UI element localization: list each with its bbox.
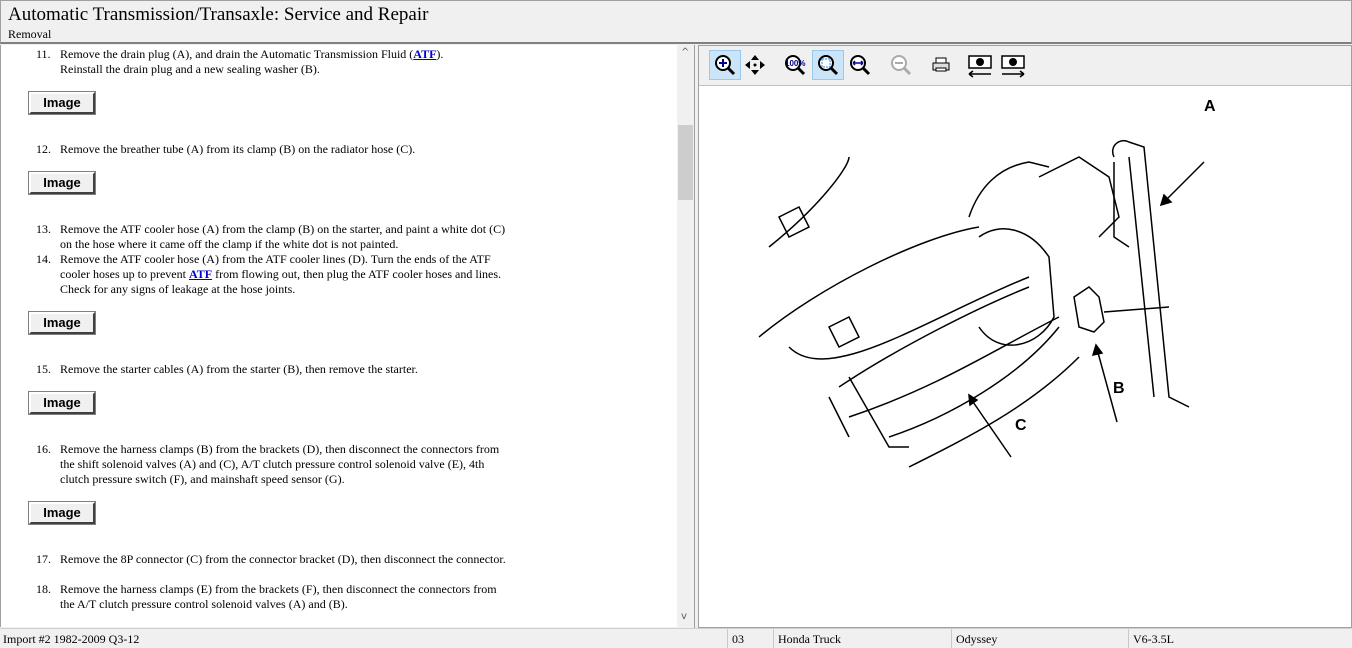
pan-button[interactable] (739, 50, 771, 80)
step-text: Remove the breather tube (A) from its cl… (60, 142, 416, 156)
vertical-scrollbar[interactable]: ^ v (677, 45, 694, 627)
step-text: Remove the harness clamps (E) from the b… (60, 582, 497, 611)
step-text: Reinstall the drain plug and a new seali… (60, 62, 320, 76)
image-button[interactable]: Image (28, 501, 96, 525)
image-button[interactable]: Image (28, 391, 96, 415)
step-text: ). (436, 47, 444, 61)
callout-c: C (1015, 417, 1027, 434)
status-bar: Import #2 1982-2009 Q3-12 03 Honda Truck… (0, 628, 1352, 648)
printer-icon (932, 57, 950, 72)
previous-image-button[interactable] (964, 50, 996, 80)
svg-text:100%: 100% (785, 59, 805, 68)
zoom-fit-icon (818, 55, 839, 76)
step-text: Remove the starter cables (A) from the s… (60, 362, 418, 376)
step-15: 15. Remove the starter cables (A) from th… (36, 362, 526, 377)
step-14: 14. Remove the ATF cooler hose (A) from t… (36, 252, 516, 297)
step-18: 18. Remove the harness clamps (E) from th… (36, 582, 506, 612)
step-text: Remove the harness clamps (B) from the b… (60, 442, 500, 486)
zoom-out-button[interactable] (885, 50, 917, 80)
fit-page-button[interactable] (812, 50, 844, 80)
viewer-toolbar: 100% (699, 46, 1351, 86)
image-button[interactable]: Image (28, 171, 96, 195)
image-button[interactable]: Image (28, 311, 96, 335)
status-engine: V6-3.5L (1133, 632, 1174, 646)
step-number: 11. (36, 47, 51, 61)
image-viewer-pane: 100% A B C (698, 45, 1352, 628)
camera-back-icon (968, 55, 992, 78)
zoom-out-icon (891, 55, 912, 76)
step-number: 13. (36, 222, 51, 236)
atf-link[interactable]: ATF (413, 47, 436, 61)
step-17: 17. Remove the 8P connector (C) from the … (36, 552, 506, 567)
status-model: Odyssey (956, 632, 998, 646)
step-number: 15. (36, 362, 51, 376)
step-text: Remove the ATF cooler hose (A) from the … (60, 222, 506, 251)
print-button[interactable] (925, 50, 957, 80)
pan-icon (745, 55, 765, 75)
next-image-button[interactable] (997, 50, 1029, 80)
step-12: 12. Remove the breather tube (A) from its… (36, 142, 526, 157)
step-text: Remove the 8P connector (C) from the con… (60, 552, 506, 566)
atf-link[interactable]: ATF (189, 267, 212, 281)
page-subtitle: Removal (8, 27, 52, 41)
step-number: 17. (36, 552, 51, 566)
camera-forward-icon (1001, 55, 1025, 78)
step-16: 16. Remove the harness clamps (B) from th… (36, 442, 511, 487)
status-code: 03 (732, 632, 744, 646)
step-number: 12. (36, 142, 51, 156)
zoom-in-button[interactable] (709, 50, 741, 80)
scroll-down-arrow[interactable]: v (681, 611, 687, 622)
callout-b: B (1113, 380, 1125, 397)
zoom-100-icon: 100% (785, 55, 805, 76)
step-text: Remove the drain plug (A), and drain the… (60, 47, 414, 61)
page-title: Automatic Transmission/Transaxle: Servic… (8, 4, 429, 25)
image-button[interactable]: Image (28, 91, 96, 115)
hose-outline (758, 226, 980, 338)
step-number: 14. (36, 252, 51, 266)
scroll-up-arrow[interactable]: ^ (681, 47, 689, 58)
step-number: 18. (36, 582, 51, 596)
zoom-width-icon (850, 55, 871, 76)
callout-a: A (1204, 98, 1216, 115)
procedure-pane: 11. Remove the drain plug (A), and drain … (0, 45, 694, 627)
step-number: 16. (36, 442, 51, 456)
scrollbar-thumb[interactable] (678, 125, 693, 200)
zoom-in-icon (715, 55, 736, 76)
header: Automatic Transmission/Transaxle: Servic… (0, 0, 1352, 44)
step-13: 13. Remove the ATF cooler hose (A) from t… (36, 222, 516, 252)
step-11: 11. Remove the drain plug (A), and drain … (36, 47, 526, 77)
fit-width-button[interactable] (844, 50, 876, 80)
status-make: Honda Truck (778, 632, 842, 646)
actual-size-button[interactable]: 100% (779, 50, 811, 80)
service-diagram: A B C (758, 98, 1216, 468)
status-source: Import #2 1982-2009 Q3-12 (3, 632, 140, 646)
